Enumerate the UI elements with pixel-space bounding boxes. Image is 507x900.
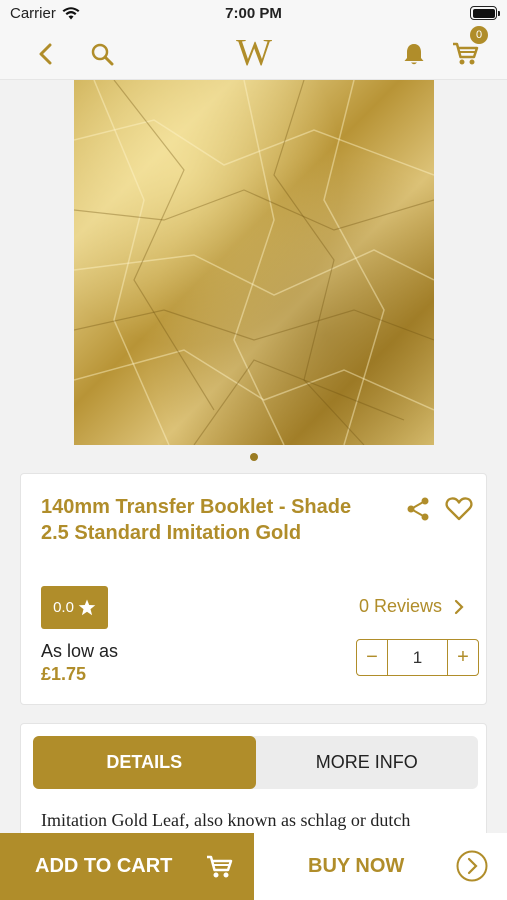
cart-icon[interactable] [450,40,482,68]
reviews-link[interactable]: 0 Reviews [359,596,464,617]
search-icon[interactable] [88,40,116,68]
increase-quantity-button[interactable]: + [448,640,478,675]
tab-more-info[interactable]: MORE INFO [256,736,479,789]
product-image[interactable] [74,80,434,445]
status-bar: Carrier 7:00 PM [0,0,507,28]
rating-value: 0.0 [53,599,74,616]
bell-icon[interactable] [400,40,428,68]
carousel-indicator[interactable] [250,453,258,461]
arrow-circle-right-icon [456,850,488,882]
bottom-action-bar: ADD TO CART BUY NOW [0,833,507,900]
star-icon [78,599,96,616]
quantity-value[interactable]: 1 [387,640,448,675]
product-description: Imitation Gold Leaf, also known as schla… [41,810,411,830]
tab-bar: DETAILS MORE INFO [33,736,478,789]
nav-bar: W [0,28,507,80]
battery-icon [470,6,500,20]
rating-badge: 0.0 [41,586,108,629]
back-icon[interactable] [32,40,60,68]
price-value: £1.75 [41,664,87,684]
gold-leaf-texture [74,80,434,445]
product-info-card: 140mm Transfer Booklet - Shade 2.5 Stand… [20,473,487,705]
reviews-count: 0 Reviews [359,596,443,616]
details-card: DETAILS MORE INFO Imitation Gold Leaf, a… [20,723,487,843]
add-to-cart-label: ADD TO CART [35,855,173,877]
chevron-right-icon [454,599,464,614]
cart-icon [207,855,233,877]
price-label: As low as [41,641,119,661]
cart-count-badge: 0 [470,26,488,44]
status-time: 7:00 PM [225,5,282,22]
tab-details[interactable]: DETAILS [33,736,256,789]
share-icon[interactable] [405,496,431,522]
buy-now-label: BUY NOW [308,855,405,877]
product-title: 140mm Transfer Booklet - Shade 2.5 Stand… [41,496,352,544]
buy-now-button[interactable]: BUY NOW [254,833,507,900]
quantity-stepper: − 1 + [356,639,479,676]
decrease-quantity-button[interactable]: − [357,640,387,675]
add-to-cart-button[interactable]: ADD TO CART [0,833,254,900]
brand-logo[interactable]: W [233,32,275,74]
favorite-heart-icon[interactable] [445,496,473,522]
